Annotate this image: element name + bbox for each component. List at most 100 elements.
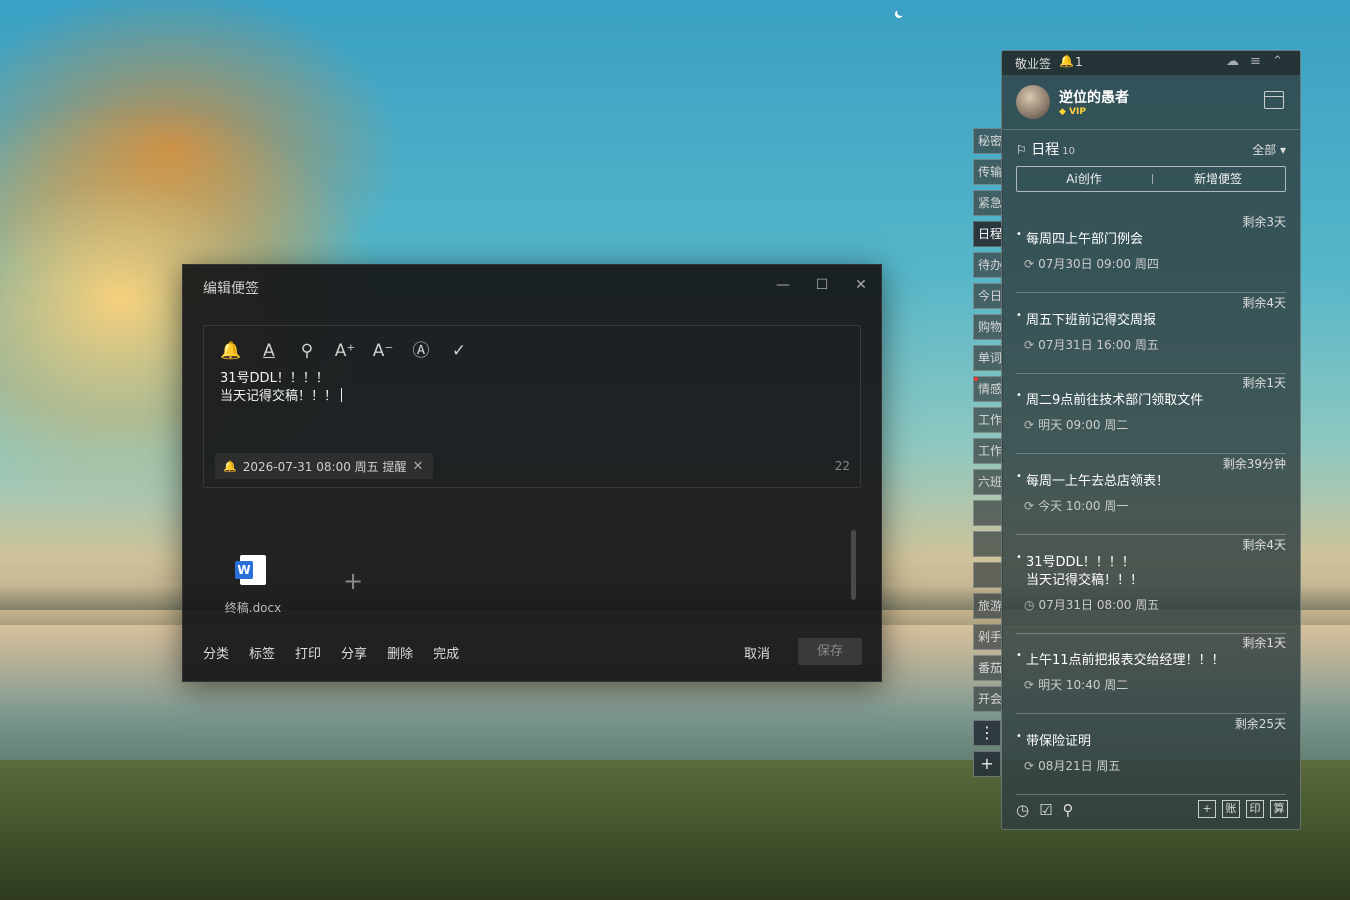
side-tab[interactable]: 工作 [973, 407, 1003, 433]
attachment-name: 终稿.docx [224, 601, 282, 615]
note-editor[interactable]: 🔔 A ⚲ A⁺ A⁻ Ⓐ ✓ 31号DDL！！！！ 当天记得交稿！！！ 🔔 2… [203, 325, 861, 488]
font-color-icon[interactable]: A [258, 340, 280, 362]
side-tab[interactable]: 秘密 [973, 128, 1003, 154]
bullet-icon: • [1016, 471, 1022, 482]
bullet-icon: • [1016, 229, 1022, 240]
share-button[interactable]: 分享 [341, 643, 367, 662]
repeat-icon: ⟳ [1024, 418, 1035, 432]
search-icon[interactable]: ⚲ [1063, 801, 1074, 819]
side-tab[interactable]: 工作 [973, 438, 1003, 464]
side-tab[interactable]: 传输 [973, 159, 1003, 185]
cloud-sync-icon[interactable]: ☁ [1226, 54, 1239, 69]
time-remaining: 剩余4天 [1242, 296, 1286, 310]
search-icon[interactable]: ⚲ [296, 340, 318, 362]
item-title: 每周四上午部门例会 [1026, 232, 1144, 247]
side-tab[interactable]: 购物 [973, 314, 1003, 340]
schedule-item[interactable]: 剩余3天 • 每周四上午部门例会 ⟳ 07月30日 09:00 周四 [1016, 213, 1286, 293]
attachment-file[interactable]: W 终稿.docx [223, 555, 283, 616]
item-title: 周五下班前记得交周报 [1026, 313, 1157, 328]
ai-create-button[interactable]: Ai创作 [1017, 167, 1151, 191]
time-remaining: 剩余1天 [1242, 636, 1286, 650]
item-meta: ⟳ 今天 10:00 周一 [1024, 497, 1128, 514]
calculate-icon[interactable]: 算 [1270, 800, 1288, 818]
schedule-item[interactable]: 剩余1天 • 周二9点前往技术部门领取文件 ⟳ 明天 09:00 周二 [1016, 374, 1286, 454]
item-title: 带保险证明 [1026, 734, 1092, 749]
maximize-button[interactable]: ☐ [810, 275, 834, 295]
collapse-icon[interactable]: ⌃ [1272, 54, 1283, 69]
side-tab[interactable]: 开会 [973, 686, 1003, 712]
side-tab[interactable]: 单词 [973, 345, 1003, 371]
time-remaining: 剩余4天 [1242, 538, 1286, 552]
word-letter: W [235, 561, 253, 579]
edit-note-window: 编辑便签 — ☐ ✕ 🔔 A ⚲ A⁺ A⁻ Ⓐ ✓ 31号DDL！！！！ 当天… [182, 264, 882, 682]
side-tab[interactable]: 今日 [973, 283, 1003, 309]
check-icon[interactable]: ✓ [448, 340, 470, 362]
bell-icon[interactable]: 🔔 [220, 340, 242, 362]
user-name[interactable]: 逆位的愚者 [1059, 87, 1129, 107]
note-line: 31号DDL！！！！ [220, 371, 329, 386]
repeat-icon: ⟳ [1024, 759, 1035, 773]
side-tab[interactable]: 剁手 [973, 624, 1003, 650]
scrollbar-thumb[interactable] [851, 530, 856, 600]
new-note-button[interactable]: 新增便签 [1151, 167, 1285, 191]
cancel-button[interactable]: 取消 [744, 643, 770, 662]
ledger-icon[interactable]: 账 [1222, 800, 1240, 818]
remove-reminder-icon[interactable]: ✕ [412, 459, 423, 474]
side-tab[interactable]: 六班 [973, 469, 1003, 495]
category-button[interactable]: 分类 [203, 643, 229, 662]
item-datetime: 明天 09:00 周二 [1038, 418, 1129, 432]
font-increase-icon[interactable]: A⁺ [334, 340, 356, 362]
item-meta: ⟳ 明天 09:00 周二 [1024, 416, 1128, 433]
side-tab[interactable]: 情感 [973, 376, 1003, 402]
add-tab-button[interactable]: + [973, 751, 1001, 777]
moon-icon [897, 8, 905, 16]
print-button[interactable]: 打印 [295, 643, 321, 662]
side-tab[interactable]: 日程 [973, 221, 1003, 247]
schedule-item[interactable]: 剩余4天 • 周五下班前记得交周报 ⟳ 07月31日 16:00 周五 [1016, 294, 1286, 374]
checkbox-icon[interactable]: ☑ [1039, 801, 1052, 819]
side-tab[interactable]: 待办 [973, 252, 1003, 278]
more-tabs-button[interactable]: ⋮ [973, 720, 1001, 746]
save-button[interactable]: 保存 [798, 638, 862, 665]
clock-icon[interactable]: ◷ [1016, 801, 1029, 819]
tag-button[interactable]: 标签 [249, 643, 275, 662]
side-tab[interactable] [973, 500, 1003, 526]
side-tab[interactable] [973, 531, 1003, 557]
note-text-area[interactable]: 31号DDL！！！！ 当天记得交稿！！！ [220, 370, 343, 406]
schedule-item[interactable]: 剩余25天 • 带保险证明 ⟳ 08月21日 周五 [1016, 715, 1286, 795]
close-button[interactable]: ✕ [849, 275, 873, 295]
add-attachment-button[interactable]: + [343, 567, 363, 595]
minimize-button[interactable]: — [771, 275, 795, 295]
bullet-icon: • [1016, 731, 1022, 742]
notification-bell-icon[interactable]: 🔔 [1059, 54, 1074, 68]
menu-icon[interactable]: ≡ [1250, 54, 1261, 69]
avatar[interactable] [1016, 85, 1050, 119]
side-tab[interactable] [973, 562, 1003, 588]
item-meta: ⟳ 明天 10:40 周二 [1024, 676, 1128, 693]
schedule-item[interactable]: 剩余39分钟 • 每周一上午去总店领表！ ⟳ 今天 10:00 周一 [1016, 455, 1286, 535]
add-note-icon[interactable]: + [1198, 800, 1216, 818]
schedule-filter-dropdown[interactable]: 全部 ▾ [1252, 141, 1286, 158]
word-file-icon: W [235, 555, 266, 585]
font-decrease-icon[interactable]: A⁻ [372, 340, 394, 362]
print-icon[interactable]: 印 [1246, 800, 1264, 818]
side-tab[interactable]: 番茄 [973, 655, 1003, 681]
clear-format-icon[interactable]: Ⓐ [410, 340, 432, 362]
notification-count: 1 [1075, 55, 1083, 69]
item-datetime: 07月31日 08:00 周五 [1038, 598, 1160, 612]
bookmark-icon: ⚐ [1016, 143, 1027, 157]
complete-button[interactable]: 完成 [433, 643, 459, 662]
side-tab[interactable]: 紧急 [973, 190, 1003, 216]
repeat-icon: ⟳ [1024, 499, 1035, 513]
calendar-icon[interactable] [1264, 91, 1284, 109]
time-remaining: 剩余39分钟 [1222, 457, 1286, 471]
reminder-chip[interactable]: 🔔 2026-07-31 08:00 周五 提醒 ✕ [215, 453, 434, 479]
panel-footer-right: + 账 印 算 [1198, 800, 1288, 818]
char-count: 22 [834, 459, 850, 473]
schedule-item[interactable]: 剩余4天 • 31号DDL！！！！ 当天记得交稿！！！ ◷ 07月31日 08:00 周… [1016, 536, 1286, 634]
side-tab[interactable]: 旅游 [973, 593, 1003, 619]
note-line: 当天记得交稿！！！ [220, 389, 338, 404]
item-meta: ⟳ 08月21日 周五 [1024, 757, 1120, 774]
delete-button[interactable]: 删除 [387, 643, 413, 662]
schedule-item[interactable]: 剩余1天 • 上午11点前把报表交给经理！！！ ⟳ 明天 10:40 周二 [1016, 634, 1286, 714]
